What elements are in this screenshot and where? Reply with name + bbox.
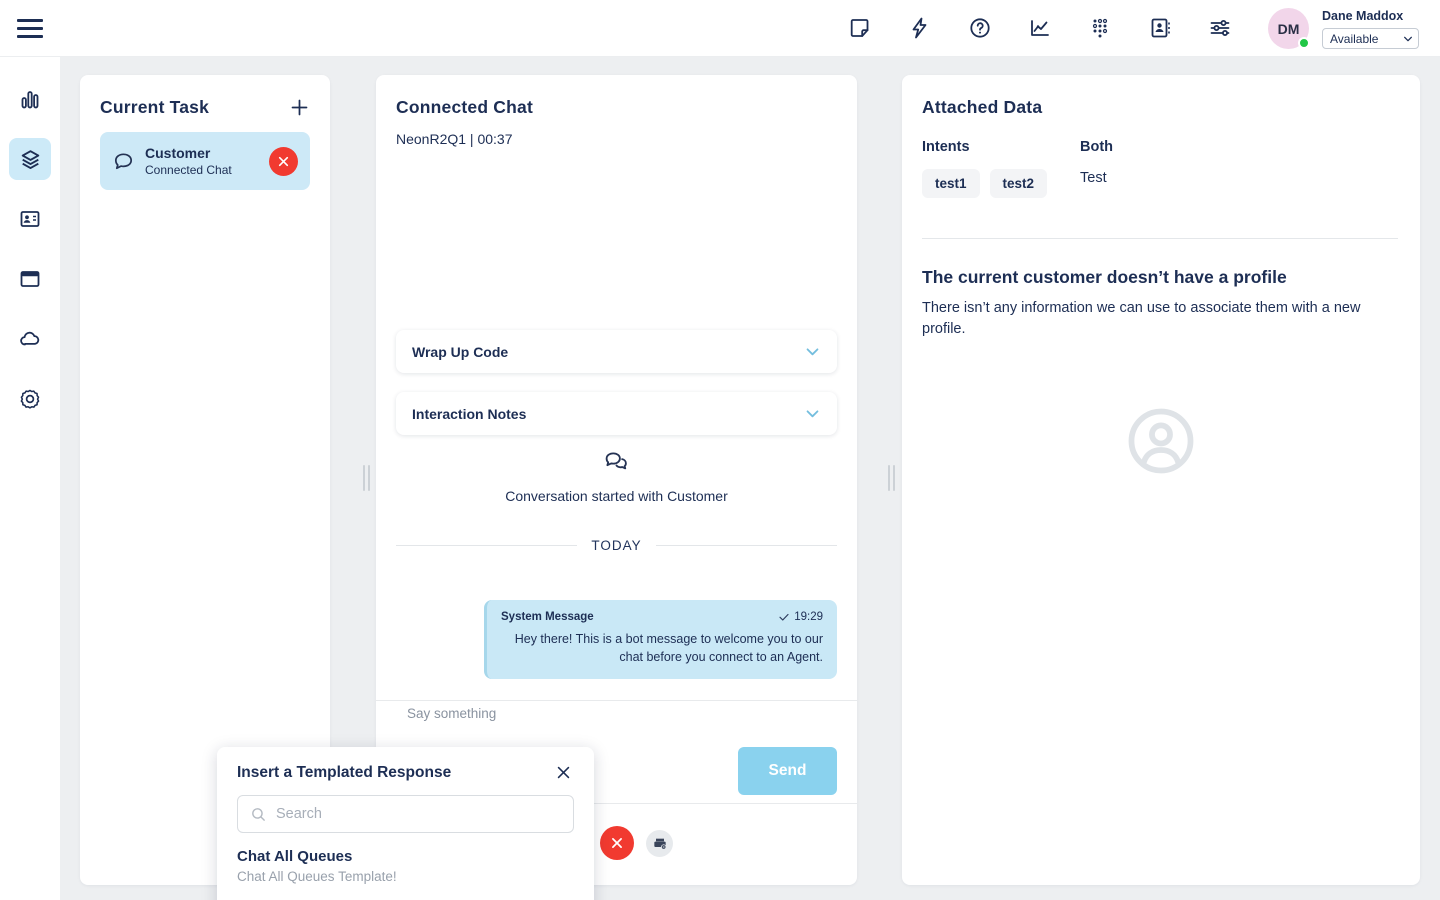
message-input[interactable] [407, 706, 707, 721]
task-name: Customer [145, 145, 232, 161]
close-icon [555, 764, 572, 781]
avatar[interactable]: DM [1268, 8, 1309, 49]
template-list-item[interactable]: Chat All Queues Chat All Queues Template… [217, 833, 594, 884]
system-message-bubble: System Message 19:29 Hey there! This is … [484, 600, 837, 679]
preferences-sliders-icon[interactable] [1208, 16, 1232, 40]
template-search-box [237, 795, 574, 833]
message-time: 19:29 [794, 611, 823, 623]
search-icon [250, 806, 267, 823]
template-name: Chat All Queues [237, 848, 574, 865]
note-icon[interactable] [848, 16, 872, 40]
send-button[interactable]: Send [738, 747, 837, 795]
intents-label: Intents [922, 139, 1047, 155]
presence-dot [1298, 37, 1310, 49]
dialpad-icon[interactable] [1088, 16, 1112, 40]
rail-item-activity[interactable] [9, 79, 51, 121]
help-icon[interactable] [968, 16, 992, 40]
chat-title: Connected Chat [396, 97, 533, 118]
interaction-notes-label: Interaction Notes [412, 406, 526, 422]
chevron-down-icon [804, 405, 821, 422]
message-sender: System Message [501, 611, 594, 623]
chevron-down-icon [804, 343, 821, 360]
delivered-check-icon [778, 611, 790, 623]
both-column: Both Test [1080, 139, 1113, 186]
message-meta: 19:29 [778, 611, 823, 623]
popup-close-button[interactable] [553, 762, 574, 783]
profile-placeholder-icon [1120, 400, 1202, 482]
current-task-title: Current Task [100, 97, 209, 118]
lightning-icon[interactable] [908, 16, 932, 40]
template-description: Chat All Queues Template! [237, 869, 574, 884]
task-card-customer[interactable]: Customer Connected Chat [100, 132, 310, 190]
status-select-wrap: Available [1322, 28, 1419, 49]
left-rail [0, 57, 60, 900]
both-value: Test [1080, 170, 1113, 186]
day-divider: TODAY [396, 538, 837, 553]
rail-item-apps[interactable] [9, 258, 51, 300]
close-icon [610, 836, 624, 850]
intent-chip: test1 [922, 169, 980, 198]
popup-title: Insert a Templated Response [237, 764, 451, 782]
rail-item-cloud[interactable] [9, 318, 51, 360]
templated-response-popup: Insert a Templated Response Chat All Que… [217, 747, 594, 900]
rail-item-interactions[interactable] [9, 138, 51, 180]
attached-data-title: Attached Data [922, 97, 1042, 118]
intent-chip: test2 [990, 169, 1048, 198]
conversation-bubbles-icon [376, 450, 857, 476]
hamburger-menu-icon[interactable] [17, 19, 43, 38]
printer-button[interactable] [646, 830, 673, 857]
template-search-input[interactable] [276, 806, 561, 822]
panel-resize-handle[interactable] [363, 465, 373, 491]
task-type: Connected Chat [145, 163, 232, 177]
conversation-started-text: Conversation started with Customer [376, 488, 857, 504]
chat-bubble-icon [112, 150, 135, 173]
wrapup-code-label: Wrap Up Code [412, 344, 508, 360]
end-interaction-button[interactable] [600, 826, 634, 860]
avatar-initials: DM [1278, 21, 1300, 37]
task-close-button[interactable] [269, 147, 298, 176]
topbar-icon-group [848, 16, 1232, 40]
rail-item-contacts[interactable] [9, 198, 51, 240]
attached-data-panel: Attached Data Intents test1 test2 Both T… [902, 75, 1420, 885]
attached-data-divider [922, 238, 1398, 239]
chat-session-info: NeonR2Q1 | 00:37 [396, 131, 513, 147]
rail-item-settings[interactable] [9, 378, 51, 420]
composer-divider [376, 700, 857, 701]
add-task-icon[interactable] [289, 97, 310, 118]
wrapup-code-dropdown[interactable]: Wrap Up Code [396, 330, 837, 373]
no-profile-text: There isn’t any information we can use t… [922, 298, 1394, 340]
panel-resize-handle[interactable] [888, 465, 898, 491]
no-profile-title: The current customer doesn’t have a prof… [922, 267, 1287, 288]
day-divider-label: TODAY [591, 538, 641, 553]
interaction-notes-dropdown[interactable]: Interaction Notes [396, 392, 837, 435]
both-label: Both [1080, 139, 1113, 155]
printer-icon [652, 836, 668, 852]
user-name: Dane Maddox [1322, 9, 1403, 23]
performance-chart-icon[interactable] [1028, 16, 1052, 40]
top-bar: DM Dane Maddox Available [0, 0, 1440, 57]
message-text: Hey there! This is a bot message to welc… [501, 630, 823, 666]
directory-icon[interactable] [1148, 16, 1172, 40]
status-select[interactable]: Available [1322, 28, 1419, 49]
intents-column: Intents test1 test2 [922, 139, 1047, 198]
